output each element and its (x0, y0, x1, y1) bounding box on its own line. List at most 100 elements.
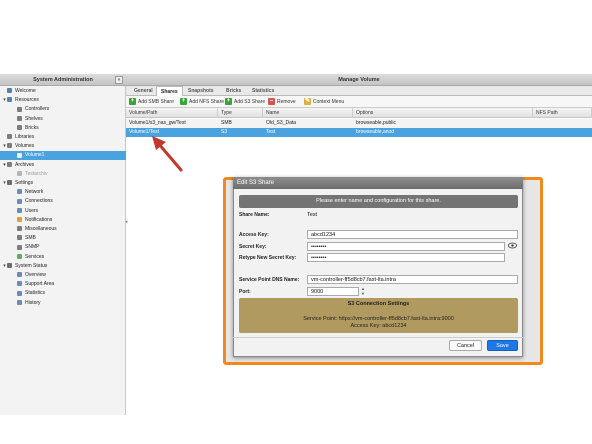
tree-item-overview[interactable]: Overview (0, 271, 126, 280)
tree-item-system-status[interactable]: ▾ System Status (0, 262, 126, 271)
tree-item-label: System Status (15, 262, 48, 269)
column-header-nfs-path[interactable]: NFS Path (533, 108, 592, 118)
users-icon (17, 207, 22, 213)
tree-item-label: SNMP (25, 244, 40, 251)
tree-item-statistics[interactable]: Statistics (0, 289, 126, 298)
chevron-down-icon[interactable]: ▼ (360, 291, 366, 296)
toolbar-button-label: Add S3 Share (234, 99, 266, 105)
shares-toolbar: + Add SMB Share + Add NFS Share + Add S3 Shar… (126, 96, 592, 108)
tree-item-label: Statistics (25, 290, 46, 297)
smb-icon (17, 235, 22, 241)
table-cell: Volume1/s3_nas_gw/Test (129, 120, 186, 126)
tree-item-smb[interactable]: SMB (0, 234, 126, 243)
tree-item-controllers[interactable]: Controllers (0, 105, 126, 114)
retype-secret-key-input[interactable]: •••••••• (307, 253, 505, 262)
notifications-icon (17, 216, 22, 222)
tree-item-snmp[interactable]: SNMP (0, 243, 126, 252)
tree-item-testarchiv[interactable]: Testarchiv (0, 170, 126, 179)
tree-item-settings[interactable]: ▾ Settings (0, 179, 126, 188)
toolbar-button-label: Context Menu (313, 99, 345, 105)
tree-item-label: Archives (15, 161, 35, 168)
tree-item-libraries[interactable]: Libraries (0, 133, 126, 142)
tab-general[interactable]: General (130, 86, 157, 96)
context-menu-button[interactable]: ✎ Context Menu (304, 98, 344, 106)
connections-icon (17, 198, 22, 204)
tree-item-welcome[interactable]: Welcome (0, 87, 126, 96)
s3-access-key: Access Key: abcd1234 (350, 323, 407, 329)
tree-item-label: Network (25, 189, 44, 196)
column-header-options[interactable]: Options (353, 108, 533, 118)
column-header-volume-path[interactable]: Volume/Path (126, 108, 218, 118)
add-nfs-share-button[interactable]: + Add NFS Share (180, 98, 224, 106)
tree-item-label: Volumes (15, 143, 35, 150)
tree-item-archives[interactable]: ▾ Archives (0, 161, 126, 170)
table-cell: Old_S3_Data (266, 120, 297, 126)
table-row[interactable]: Volume1/s3_nas_gw/Test SMB Old_S3_Data brow… (126, 119, 592, 128)
table-cell (533, 128, 592, 137)
share-name-value: Test (307, 212, 318, 218)
bricks-icon (17, 124, 22, 130)
history-icon (17, 299, 22, 305)
remove-button[interactable]: – Remove (268, 98, 296, 106)
tree-item-resources[interactable]: ▾ Resources (0, 96, 126, 105)
tab-bar: General Shares Snapshots Bricks Statistics (126, 86, 592, 97)
table-cell: SMB (221, 120, 232, 126)
tree-item-label: Users (25, 207, 39, 214)
plus-icon: + (180, 98, 187, 106)
tree-item-label: Libraries (15, 134, 35, 140)
table-row[interactable]: Volume1/Test S3 Test browseable,anod (126, 128, 592, 137)
cancel-button[interactable]: Cancel (449, 340, 482, 351)
panel-splitter-handle[interactable]: ◂ (125, 219, 128, 229)
welcome-icon (7, 88, 12, 94)
access-key-input[interactable]: abcd1234 (307, 230, 518, 239)
tab-statistics[interactable]: Statistics (248, 86, 278, 96)
table-cell: Volume1/Test (129, 129, 160, 135)
tree-item-connections[interactable]: Connections (0, 197, 126, 206)
retype-secret-key-label: Retype New Secret Key: (239, 255, 297, 261)
dialog-title[interactable]: Edit S3 Share (233, 178, 523, 189)
tree-item-support-area[interactable]: Support Area (0, 280, 126, 289)
tree-item-label: Overview (25, 272, 46, 278)
resources-icon (7, 97, 12, 103)
tree-item-label: Controllers (25, 106, 50, 113)
column-header-name[interactable]: Name (263, 108, 353, 118)
port-input[interactable]: 9000 (307, 287, 359, 296)
access-key-label: Access Key: (239, 232, 269, 238)
tree-item-network[interactable]: Network (0, 188, 126, 197)
tree-item-volume1[interactable]: Volume1 (0, 151, 126, 161)
port-label: Port: (239, 289, 251, 295)
s3-settings-title: S3 Connection Settings (347, 301, 410, 307)
volumes-icon (7, 143, 12, 149)
services-icon (17, 253, 22, 259)
tab-snapshots[interactable]: Snapshots (184, 86, 218, 96)
tree-item-services[interactable]: Services (0, 253, 126, 262)
tree-item-shelves[interactable]: Shelves (0, 115, 126, 124)
tree-item-miscellaneous[interactable]: Miscellaneous (0, 225, 126, 234)
show-password-eye-icon[interactable] (508, 242, 517, 249)
tree-item-label: Miscellaneous (25, 226, 57, 232)
save-button[interactable]: Save (487, 340, 518, 351)
port-spinner[interactable]: ▲ ▼ (360, 286, 366, 296)
tree-item-label: Volume1 (25, 152, 45, 159)
column-header-type[interactable]: Type (218, 108, 263, 118)
libraries-icon (7, 134, 12, 140)
tree-item-label: Notifications (25, 216, 53, 223)
tree-item-bricks[interactable]: Bricks (0, 124, 126, 133)
tree-item-volumes[interactable]: ▾ Volumes (0, 142, 126, 151)
network-icon (17, 189, 22, 195)
tab-bricks[interactable]: Bricks (222, 86, 245, 96)
tree-item-notifications[interactable]: Notifications (0, 216, 126, 225)
navigation-panel-header: System Administration « (0, 74, 126, 86)
main-panel-header: Manage Volume (126, 74, 592, 86)
tree-item-history[interactable]: History (0, 299, 126, 308)
tree-item-users[interactable]: Users (0, 207, 126, 216)
toolbar-button-label: Remove (277, 99, 296, 105)
add-s3-share-button[interactable]: + Add S3 Share (225, 98, 265, 106)
collapse-panel-button[interactable]: « (115, 76, 123, 84)
secret-key-input[interactable]: •••••••• (307, 242, 505, 251)
dialog-info-banner: Please enter name and configuration for … (239, 195, 518, 208)
add-smb-share-button[interactable]: + Add SMB Share (129, 98, 174, 106)
tree-item-label: Welcome (15, 88, 36, 94)
dns-name-input[interactable]: vm-controller-ff5d8cb7.fast-lta.intra (307, 275, 518, 284)
volume1-icon (17, 152, 22, 158)
